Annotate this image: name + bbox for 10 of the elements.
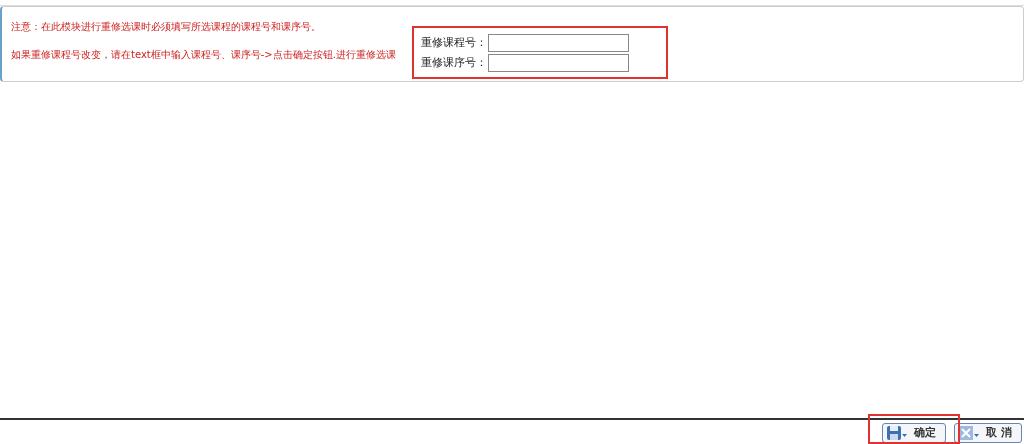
input-field[interactable] xyxy=(488,54,629,72)
floppy-disk-icon xyxy=(886,425,909,441)
close-icon xyxy=(958,425,981,441)
confirm-button[interactable]: 确定 xyxy=(882,423,947,443)
input-field[interactable] xyxy=(488,34,629,52)
notice-text: 注意：在此模块进行重修选课时必须填写所选课程的课程号和课序号。 xyxy=(11,20,322,34)
notice-text: 如果重修课程号改变，请在text框中输入课程号、课序号->点击确定按钮.进行重修选课 xyxy=(11,48,397,62)
field-label: 重修课序号： xyxy=(421,55,488,71)
field-label: 重修课程号： xyxy=(421,35,488,51)
cancel-button[interactable]: 取 消 xyxy=(954,423,1022,443)
